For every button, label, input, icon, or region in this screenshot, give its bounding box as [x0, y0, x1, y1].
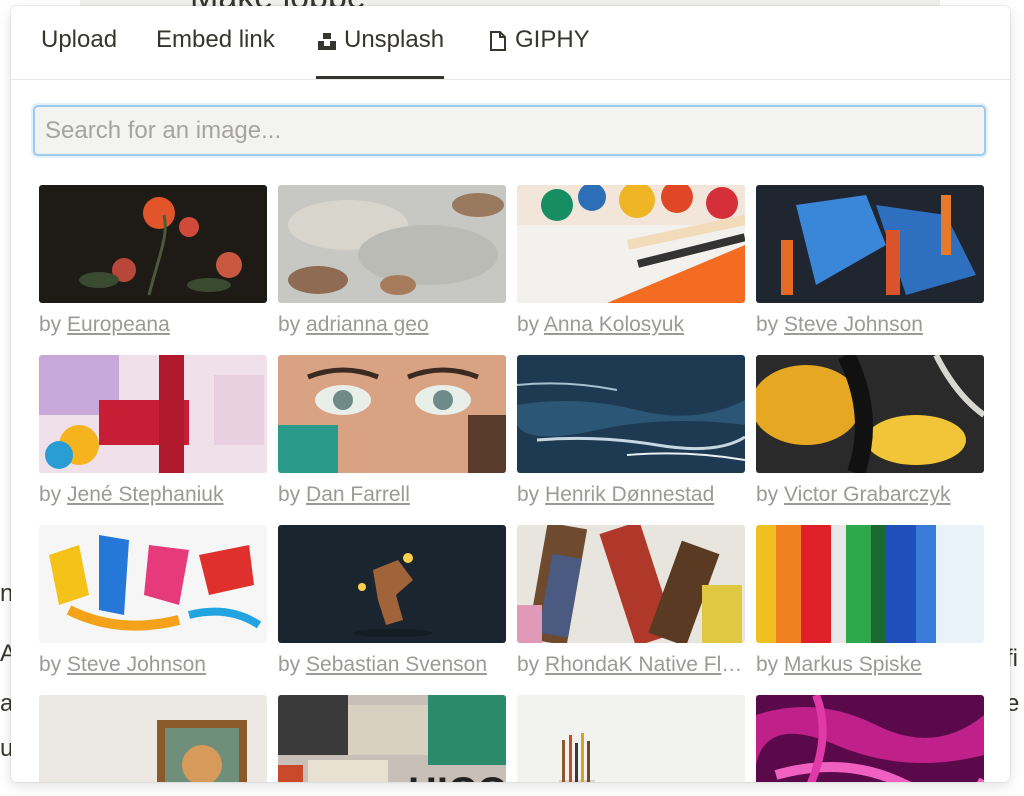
credit-prefix: by: [278, 483, 301, 506]
author-link[interactable]: Steve Johnson: [784, 313, 923, 336]
credit-prefix: by: [517, 653, 540, 676]
image-credit: by Markus Spiske: [756, 653, 984, 677]
image-preview: [278, 525, 506, 643]
credit-prefix: by: [39, 313, 62, 336]
credit-prefix: by: [517, 313, 540, 336]
credit-prefix: by: [517, 483, 540, 506]
image-tile[interactable]: by adrianna geo: [278, 185, 506, 337]
credit-prefix: by: [39, 653, 62, 676]
image-tile[interactable]: by Dan Farrell: [278, 355, 506, 507]
author-link[interactable]: Anna Kolosyuk: [544, 313, 684, 336]
credit-prefix: by: [278, 313, 301, 336]
image-picker-popup: Upload Embed link Unsplash GIPHY by Euro…: [11, 6, 1010, 782]
tab-embed-link[interactable]: Embed link: [156, 26, 275, 78]
image-thumbnail[interactable]: [756, 355, 984, 473]
image-thumbnail[interactable]: [39, 695, 267, 782]
image-preview: [39, 185, 267, 303]
image-thumbnail[interactable]: [39, 185, 267, 303]
search-field[interactable]: [33, 105, 986, 156]
image-preview: [278, 185, 506, 303]
author-link[interactable]: Sebastian Svenson: [306, 653, 487, 676]
image-preview: [517, 185, 745, 303]
image-tile[interactable]: by RhondaK Native Florida Folk Artist: [517, 525, 745, 677]
image-tile[interactable]: by Sebastian Svenson: [278, 525, 506, 677]
image-tile[interactable]: by Anna Kolosyuk: [517, 185, 745, 337]
tab-label: GIPHY: [515, 26, 590, 53]
image-credit: by Europeana: [39, 313, 267, 337]
search-input[interactable]: [35, 107, 984, 154]
author-link[interactable]: RhondaK Native Florida Folk Artist: [545, 653, 745, 676]
image-tile[interactable]: by Victor Grabarczyk: [756, 355, 984, 507]
image-preview: [756, 355, 984, 473]
giphy-icon: [490, 31, 506, 51]
tab-label: Unsplash: [344, 26, 445, 53]
image-thumbnail[interactable]: [517, 525, 745, 643]
tab-giphy[interactable]: GIPHY: [487, 26, 590, 78]
image-credit: by RhondaK Native Florida Folk Artist: [517, 653, 745, 677]
author-link[interactable]: Henrik Dønnestad: [545, 483, 714, 506]
image-credit: by adrianna geo: [278, 313, 506, 337]
image-tile[interactable]: by Jené Stephaniuk: [39, 355, 267, 507]
author-link[interactable]: adrianna geo: [306, 313, 429, 336]
image-credit: by Victor Grabarczyk: [756, 483, 984, 507]
tab-upload[interactable]: Upload: [41, 26, 117, 78]
image-thumbnail[interactable]: [517, 695, 745, 782]
credit-prefix: by: [756, 653, 779, 676]
image-preview: HICO: [278, 695, 506, 782]
image-preview: [756, 695, 984, 782]
tab-label: Upload: [41, 26, 118, 53]
author-link[interactable]: Jené Stephaniuk: [67, 483, 223, 506]
image-credit: by Steve Johnson: [756, 313, 984, 337]
tab-unsplash[interactable]: Unsplash: [316, 26, 445, 79]
credit-prefix: by: [278, 653, 301, 676]
image-thumbnail[interactable]: [756, 695, 984, 782]
image-credit: by Dan Farrell: [278, 483, 506, 507]
image-tile[interactable]: by Steve Johnson: [39, 525, 267, 677]
image-thumbnail[interactable]: [517, 185, 745, 303]
author-link[interactable]: Victor Grabarczyk: [784, 483, 951, 506]
image-thumbnail[interactable]: [517, 355, 745, 473]
author-link[interactable]: Markus Spiske: [784, 653, 922, 676]
image-thumbnail[interactable]: [756, 185, 984, 303]
image-credit: by Sebastian Svenson: [278, 653, 506, 677]
author-link[interactable]: Steve Johnson: [67, 653, 206, 676]
image-tile[interactable]: [39, 695, 267, 782]
image-preview: [39, 695, 267, 782]
credit-prefix: by: [756, 313, 779, 336]
image-tile[interactable]: [517, 695, 745, 782]
image-tile[interactable]: by Europeana: [39, 185, 267, 337]
tab-bar: Upload Embed link Unsplash GIPHY: [11, 6, 1010, 80]
image-tile[interactable]: by Markus Spiske: [756, 525, 984, 677]
image-preview: [756, 525, 984, 643]
image-tile[interactable]: by Henrik Dønnestad: [517, 355, 745, 507]
image-tile[interactable]: by Steve Johnson: [756, 185, 984, 337]
unsplash-icon: [318, 33, 336, 50]
tab-label: Embed link: [156, 26, 275, 53]
image-preview: [517, 525, 745, 643]
image-credit: by Henrik Dønnestad: [517, 483, 745, 507]
image-thumbnail[interactable]: [278, 185, 506, 303]
image-thumbnail[interactable]: [278, 525, 506, 643]
image-thumbnail[interactable]: HICO: [278, 695, 506, 782]
image-credit: by Steve Johnson: [39, 653, 267, 677]
image-preview: [278, 355, 506, 473]
svg-text:HICO: HICO: [408, 770, 506, 782]
image-preview: [517, 355, 745, 473]
image-tile[interactable]: HICO: [278, 695, 506, 782]
image-tile[interactable]: [756, 695, 984, 782]
credit-prefix: by: [39, 483, 62, 506]
credit-prefix: by: [756, 483, 779, 506]
image-thumbnail[interactable]: [278, 355, 506, 473]
image-credit: by Jené Stephaniuk: [39, 483, 267, 507]
image-credit: by Anna Kolosyuk: [517, 313, 745, 337]
author-link[interactable]: Europeana: [67, 313, 170, 336]
image-preview: [756, 185, 984, 303]
image-preview: [39, 525, 267, 643]
image-thumbnail[interactable]: [39, 525, 267, 643]
author-link[interactable]: Dan Farrell: [306, 483, 410, 506]
image-thumbnail[interactable]: [39, 355, 267, 473]
image-preview: [39, 355, 267, 473]
image-preview: [517, 695, 745, 782]
image-thumbnail[interactable]: [756, 525, 984, 643]
